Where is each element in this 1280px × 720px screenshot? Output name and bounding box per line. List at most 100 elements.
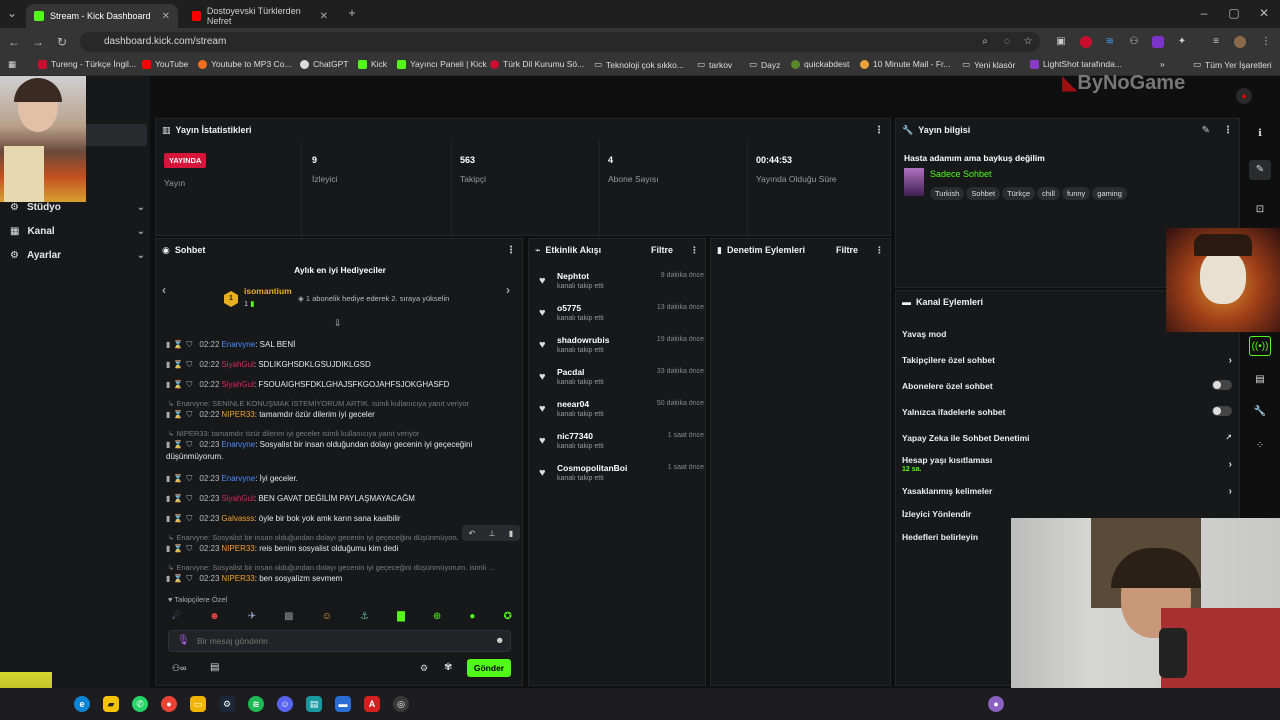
extension-icon[interactable] bbox=[1152, 36, 1164, 48]
toggle-switch[interactable] bbox=[1212, 380, 1232, 390]
tab-youtube[interactable]: Dostoyevski Türklerden Nefret ✕ bbox=[184, 4, 336, 28]
wrench-icon[interactable]: 🔧 bbox=[1249, 402, 1271, 422]
chrome-icon[interactable]: ● bbox=[161, 696, 177, 712]
activity-event[interactable]: ♥ Pacdal kanalı takip etti 33 dakika önce bbox=[539, 367, 704, 397]
bookmark-item[interactable]: ChatGPT bbox=[300, 59, 348, 69]
menu-icon[interactable]: ⋮ bbox=[1260, 36, 1272, 48]
filter-button[interactable]: Filtre bbox=[836, 245, 858, 255]
info-icon[interactable]: ℹ bbox=[1249, 124, 1271, 144]
all-bookmarks[interactable]: ▭ Tüm Yer İşaretleri bbox=[1193, 59, 1272, 70]
chat-message[interactable]: ▮⌛⛉ 02:23 Galvasss: öyle bir bok yok amk k… bbox=[166, 513, 516, 525]
obs-icon[interactable]: ◎ bbox=[393, 696, 409, 712]
emote-icon[interactable]: ⚓ bbox=[360, 611, 369, 625]
action-followers-only[interactable]: Takipçilere özel sohbet › bbox=[902, 355, 1232, 366]
bookmark-item[interactable]: Tureng - Türkçe İngil... bbox=[38, 59, 136, 69]
kebab-menu-icon[interactable]: ⋮ bbox=[506, 245, 516, 256]
bookmark-item[interactable]: quickabdest bbox=[791, 59, 849, 69]
broadcast-icon[interactable]: ((•)) bbox=[1249, 336, 1271, 356]
sidebar-item-studio[interactable]: ⚙ Stüdyo ⌄ bbox=[10, 202, 145, 213]
message-user[interactable]: NIPER33 bbox=[221, 574, 254, 583]
puzzle-icon[interactable]: ✦ bbox=[1176, 36, 1188, 48]
loop-icon[interactable]: ⚇∞ bbox=[172, 663, 186, 674]
acrobat-icon[interactable]: A bbox=[364, 696, 380, 712]
chat-message[interactable]: ▮⌛⛉ 02:23 NIPER33: reis benim sosyalist ol… bbox=[166, 543, 516, 555]
layout-icon[interactable]: ▤ bbox=[1249, 370, 1271, 390]
apps-icon[interactable]: ⁘ bbox=[1249, 436, 1271, 456]
kebab-menu-icon[interactable]: ⋮ bbox=[690, 245, 699, 256]
activity-event[interactable]: ♥ o5775 kanalı takip etti 13 dakika önce bbox=[539, 303, 704, 333]
emote-icon[interactable]: ▩ bbox=[284, 611, 293, 625]
bot-icon[interactable]: ✾ bbox=[444, 662, 452, 673]
app-icon[interactable]: ▬ bbox=[335, 696, 351, 712]
activity-event[interactable]: ♥ neear04 kanalı takip etti 50 dakika önce bbox=[539, 399, 704, 429]
chat-input-box[interactable]: 🎙 ☻ bbox=[168, 630, 511, 652]
more-bookmarks-icon[interactable]: » bbox=[1160, 59, 1165, 69]
app-icon[interactable]: ▤ bbox=[306, 696, 322, 712]
message-user[interactable]: NIPER33 bbox=[221, 544, 254, 553]
extension-icon[interactable]: ≋ bbox=[1104, 36, 1116, 48]
edit-icon[interactable]: ✎ bbox=[1249, 160, 1271, 180]
reply-icon[interactable]: ↶ bbox=[469, 529, 476, 538]
steam-icon[interactable]: ⚙ bbox=[219, 696, 235, 712]
emoji-icon[interactable]: ☻ bbox=[495, 635, 504, 645]
toggle-switch[interactable] bbox=[1212, 406, 1232, 416]
close-icon[interactable]: ✕ bbox=[162, 11, 170, 22]
window-close-icon[interactable]: ✕ bbox=[1256, 5, 1272, 21]
new-tab-button[interactable]: + bbox=[344, 5, 360, 21]
chat-message[interactable]: ▮⌛⛉ 02:22 NIPER33: tamamdır özür dilerim i… bbox=[166, 409, 516, 421]
gear-icon[interactable]: ⚙ bbox=[420, 663, 428, 674]
action-banned-words[interactable]: Yasaklanmış kelimeler › bbox=[902, 486, 1232, 497]
bookmark-item[interactable]: 10 Minute Mail - Fr... bbox=[860, 59, 950, 69]
chat-message[interactable]: ▮⌛⛉ 02:23 Enarvyne: İyi geceler. bbox=[166, 473, 516, 485]
message-user[interactable]: Enarvyne bbox=[221, 474, 255, 483]
bookmark-item[interactable]: LightShot tarafında... bbox=[1030, 59, 1122, 69]
forward-icon[interactable]: → bbox=[30, 34, 46, 50]
sidebar-item-channel[interactable]: ▦ Kanal ⌄ bbox=[10, 226, 145, 237]
bookmark-folder[interactable]: ▭ Dayz bbox=[749, 59, 780, 70]
activity-event[interactable]: ♥ Nephtot kanalı takip etti 9 dakika önce bbox=[539, 271, 704, 301]
bookmark-item[interactable]: Türk Dil Kurumu Sö... bbox=[490, 59, 584, 69]
bookmark-folder[interactable]: ▭ Teknoloji çok sıkko... bbox=[594, 59, 684, 70]
message-user[interactable]: Enarvyne bbox=[221, 440, 255, 449]
minimize-icon[interactable]: – bbox=[1196, 5, 1212, 21]
chat-message[interactable]: ▮⌛⛉ 02:23 Enarvyne: Sosyalist bir insan ol… bbox=[166, 439, 516, 463]
store-icon[interactable]: ▤ bbox=[210, 662, 219, 673]
tab-kick-dashboard[interactable]: Stream - Kick Dashboard ✕ bbox=[26, 4, 178, 28]
kebab-menu-icon[interactable]: ⋮ bbox=[875, 245, 884, 256]
fullscreen-icon[interactable]: ⊡ bbox=[1249, 200, 1271, 220]
tab-list-icon[interactable]: ⌄ bbox=[4, 5, 20, 21]
scroll-down-icon[interactable]: ⇩ bbox=[334, 318, 342, 329]
bookmark-item[interactable]: Kick bbox=[358, 59, 387, 69]
activity-event[interactable]: ♥ nic77340 kanalı takip etti 1 saat önce bbox=[539, 431, 704, 461]
chat-message[interactable]: ▮⌛⛉ 02:22 Enarvyne: SAL BENİ bbox=[166, 339, 516, 351]
emote-icon[interactable]: ▇ bbox=[397, 611, 405, 625]
emote-icon[interactable]: ☺ bbox=[322, 611, 332, 625]
chat-message[interactable]: ▮⌛⛉ 02:23 SiyahGul: BEN GAVAT DEĞİLİM PAYL… bbox=[166, 493, 516, 505]
url-input[interactable]: dashboard.kick.com/stream bbox=[80, 32, 1040, 52]
emote-icon[interactable]: ☄ bbox=[172, 611, 181, 625]
category-link[interactable]: Sadece Sohbet bbox=[930, 169, 992, 179]
extension-icon[interactable]: ⚇ bbox=[1128, 36, 1140, 48]
emote-icon[interactable]: ● bbox=[469, 611, 475, 625]
close-icon[interactable]: ✕ bbox=[320, 11, 328, 22]
emote-icon[interactable]: ⊕ bbox=[433, 611, 441, 625]
action-account-age[interactable]: Hesap yaşı kısıtlaması › bbox=[902, 455, 1232, 470]
sidebar-item-settings[interactable]: ⚙ Ayarlar ⌄ bbox=[10, 250, 145, 261]
discord-icon[interactable]: ☺ bbox=[277, 696, 293, 712]
delete-icon[interactable]: ▮ bbox=[509, 529, 513, 538]
message-user[interactable]: NIPER33 bbox=[221, 410, 254, 419]
chevron-left-icon[interactable]: ‹ bbox=[162, 283, 166, 297]
message-user[interactable]: SiyahGul bbox=[221, 360, 253, 369]
top-gifter-name[interactable]: isomantium bbox=[244, 286, 292, 296]
user-avatar[interactable]: ♦ bbox=[1236, 88, 1252, 104]
bookmark-item[interactable]: Yayıncı Paneli | Kick bbox=[397, 59, 487, 69]
emote-icon[interactable]: ✪ bbox=[504, 611, 512, 625]
file-explorer-icon[interactable]: ▭ bbox=[190, 696, 206, 712]
chevron-right-icon[interactable]: › bbox=[506, 283, 510, 297]
zoom-icon[interactable]: ⌕ bbox=[979, 36, 991, 48]
extension-icon[interactable] bbox=[1080, 36, 1092, 48]
action-emotes-only[interactable]: Yalnızca ifadelerle sohbet bbox=[902, 406, 1232, 417]
back-icon[interactable]: ← bbox=[6, 34, 22, 50]
edit-icon[interactable]: ✎ bbox=[1202, 125, 1210, 136]
action-ai-moderation[interactable]: Yapay Zeka ile Sohbet Denetimi ↗ bbox=[902, 433, 1232, 443]
